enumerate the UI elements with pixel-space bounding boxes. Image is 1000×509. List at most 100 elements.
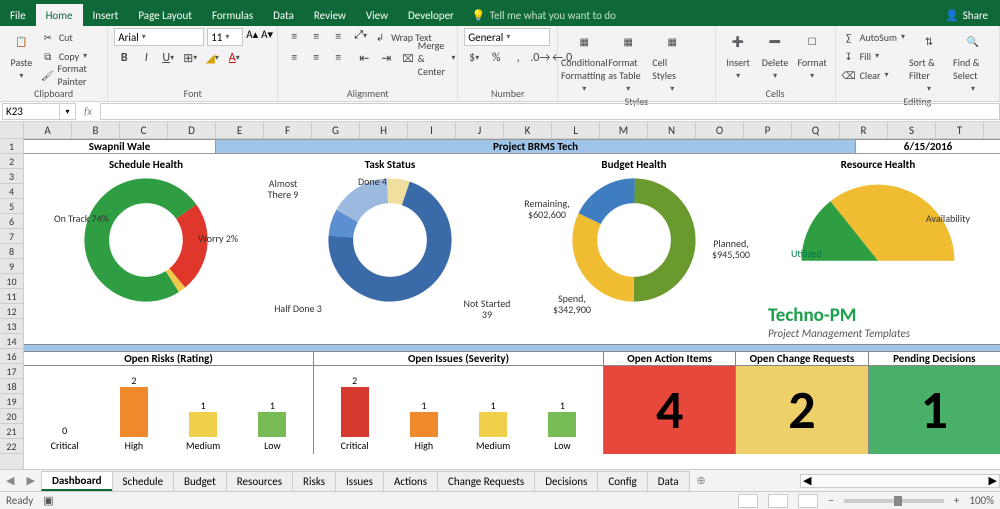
ribbon-tab-view[interactable]: View <box>356 4 398 26</box>
bold-button[interactable]: B <box>114 49 134 67</box>
font-size-select[interactable]: 11▾ <box>207 28 243 46</box>
row-head[interactable]: 21 <box>0 424 23 439</box>
align-bottom-icon[interactable]: ≡ <box>328 28 348 46</box>
ribbon-tab-developer[interactable]: Developer <box>398 4 464 26</box>
row-head[interactable]: 9 <box>0 259 23 274</box>
row-head[interactable]: 2 <box>0 154 23 169</box>
sheet-tab-dashboard[interactable]: Dashboard <box>41 471 113 491</box>
row-head[interactable]: 8 <box>0 244 23 259</box>
align-middle-icon[interactable]: ≡ <box>306 28 326 46</box>
find-select-button[interactable]: 🔍Find & Select▾ <box>953 28 993 94</box>
ribbon-tab-formulas[interactable]: Formulas <box>202 4 263 26</box>
conditional-formatting-button[interactable]: ▦Conditional Formatting▾ <box>564 28 604 94</box>
currency-icon[interactable]: $▾ <box>464 49 484 67</box>
font-color-button[interactable]: A▾ <box>224 49 244 67</box>
row-head[interactable]: 1 <box>0 139 23 154</box>
ribbon-tab-data[interactable]: Data <box>263 4 304 26</box>
col-head[interactable]: T <box>936 122 984 138</box>
sheet-tab-data[interactable]: Data <box>647 471 690 491</box>
worksheet-grid[interactable]: Swapnil Wale Project BRMS Tech 6/15/2016… <box>24 139 1000 469</box>
align-right-icon[interactable]: ≡ <box>328 49 348 67</box>
row-head[interactable]: 4 <box>0 184 23 199</box>
format-button[interactable]: ☐Format▾ <box>796 28 829 81</box>
sheet-tab-risks[interactable]: Risks <box>292 471 336 491</box>
row-head[interactable]: 22 <box>0 439 23 454</box>
col-head[interactable]: B <box>72 122 120 138</box>
fx-icon[interactable]: fx <box>76 105 100 118</box>
format-painter-button[interactable]: 🖌Format Painter <box>41 66 101 84</box>
col-head[interactable]: H <box>360 122 408 138</box>
horizontal-scrollbar[interactable]: ◀▶ <box>800 474 1000 488</box>
font-name-select[interactable]: Arial▾ <box>114 28 204 46</box>
view-page-break-icon[interactable] <box>798 494 818 508</box>
row-head[interactable]: 11 <box>0 289 23 304</box>
col-head[interactable]: E <box>216 122 264 138</box>
view-page-layout-icon[interactable] <box>768 494 788 508</box>
sheet-tab-actions[interactable]: Actions <box>383 471 438 491</box>
formula-input[interactable] <box>100 103 1000 120</box>
increase-font-icon[interactable]: A▴ <box>246 28 258 46</box>
number-format-select[interactable]: General▾ <box>464 28 550 46</box>
col-head[interactable]: R <box>840 122 888 138</box>
format-as-table-button[interactable]: ▦Format as Table▾ <box>608 28 648 94</box>
row-head[interactable]: 5 <box>0 199 23 214</box>
fill-color-button[interactable]: ◢▾ <box>202 49 222 67</box>
zoom-out-button[interactable]: − <box>828 494 833 507</box>
ribbon-tab-home[interactable]: Home <box>36 4 83 26</box>
fill-button[interactable]: ↧Fill▾ <box>842 47 905 65</box>
underline-button[interactable]: U▾ <box>158 49 178 67</box>
row-head[interactable]: 7 <box>0 229 23 244</box>
col-head[interactable]: K <box>504 122 552 138</box>
col-head[interactable]: G <box>312 122 360 138</box>
col-head[interactable]: D <box>168 122 216 138</box>
name-box-dropdown[interactable]: ▾ <box>60 103 76 120</box>
ribbon-tab-insert[interactable]: Insert <box>83 4 129 26</box>
zoom-slider[interactable] <box>844 499 944 503</box>
col-head[interactable]: F <box>264 122 312 138</box>
sheet-tab-decisions[interactable]: Decisions <box>534 471 598 491</box>
add-sheet-button[interactable]: ⊕ <box>689 474 714 487</box>
row-head[interactable]: 17 <box>0 364 23 379</box>
row-head[interactable]: 6 <box>0 214 23 229</box>
sheet-tab-config[interactable]: Config <box>597 471 647 491</box>
sheet-tab-change-requests[interactable]: Change Requests <box>437 471 535 491</box>
cut-button[interactable]: ✂Cut <box>41 28 101 46</box>
row-head[interactable]: 19 <box>0 394 23 409</box>
share-button[interactable]: 👤Share <box>933 9 1000 22</box>
row-head[interactable]: 16 <box>0 349 23 364</box>
zoom-in-button[interactable]: + <box>954 494 959 507</box>
row-head[interactable]: 13 <box>0 319 23 334</box>
col-head[interactable]: Q <box>792 122 840 138</box>
insert-button[interactable]: ➕Insert▾ <box>722 28 755 81</box>
tell-me[interactable]: 💡Tell me what you want to do <box>472 9 616 22</box>
col-head[interactable]: S <box>888 122 936 138</box>
row-head[interactable]: 20 <box>0 409 23 424</box>
sort-filter-button[interactable]: ⇅Sort & Filter▾ <box>909 28 949 94</box>
ribbon-tab-page-layout[interactable]: Page Layout <box>128 4 202 26</box>
merge-center-button[interactable]: ⌧Merge & Center▾ <box>402 49 455 67</box>
col-head[interactable]: C <box>120 122 168 138</box>
col-head[interactable]: J <box>456 122 504 138</box>
row-head[interactable]: 18 <box>0 379 23 394</box>
row-head[interactable]: 12 <box>0 304 23 319</box>
percent-icon[interactable]: % <box>486 49 506 67</box>
clear-button[interactable]: ⌫Clear▾ <box>842 66 905 84</box>
increase-decimal-icon[interactable]: .0→ <box>530 49 550 67</box>
align-center-icon[interactable]: ≡ <box>306 49 326 67</box>
col-head[interactable]: O <box>696 122 744 138</box>
cell-styles-button[interactable]: ▦Cell Styles▾ <box>652 28 692 94</box>
col-head[interactable]: A <box>24 122 72 138</box>
ribbon-tab-file[interactable]: File <box>0 4 36 26</box>
increase-indent-icon[interactable]: ⇥ <box>376 49 396 67</box>
orientation-icon[interactable]: ⤢▾ <box>354 28 367 46</box>
col-head[interactable]: P <box>744 122 792 138</box>
macro-record-icon[interactable]: ▣ <box>43 494 53 507</box>
col-head[interactable]: L <box>552 122 600 138</box>
sheet-tab-issues[interactable]: Issues <box>335 471 384 491</box>
decrease-indent-icon[interactable]: ⇤ <box>354 49 374 67</box>
row-head[interactable]: 14 <box>0 334 23 349</box>
col-head[interactable]: N <box>648 122 696 138</box>
row-head[interactable]: 10 <box>0 274 23 289</box>
paste-button[interactable]: 📋 Paste▾ <box>6 28 37 81</box>
name-box[interactable]: K23 <box>2 103 60 120</box>
